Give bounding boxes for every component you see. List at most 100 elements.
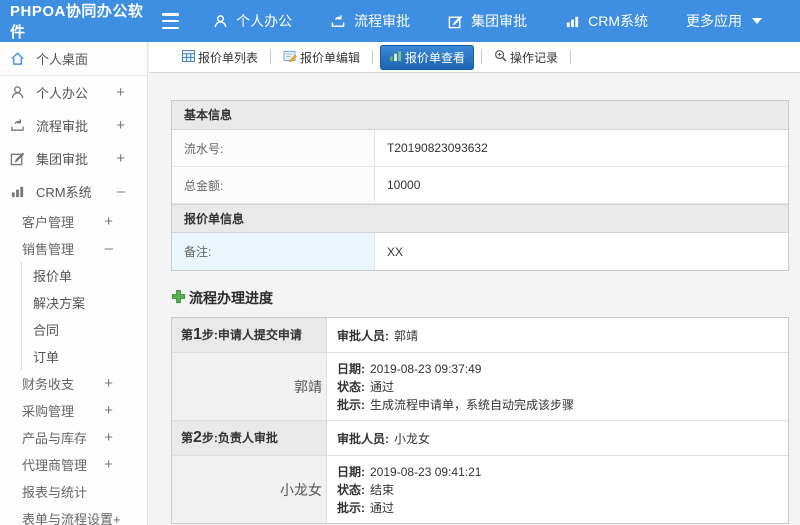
tab-bar: 报价单列表 报价单编辑 报价单查看 操作记录	[149, 42, 800, 73]
sidebar-item-label: 报价单	[33, 269, 73, 284]
section-header-basic-info: 基本信息	[172, 101, 788, 130]
expand-toggle[interactable]: +	[104, 375, 113, 392]
expand-toggle[interactable]: +	[104, 402, 113, 419]
approval-date-line: 日期: 2019-08-23 09:37:49	[337, 362, 482, 376]
main-content: 报价单列表 报价单编辑 报价单查看 操作记录 基本信息 流水号: T201908…	[149, 42, 800, 525]
sidebar-item-label: 财务收支	[22, 377, 75, 392]
hamburger-menu-icon[interactable]	[162, 13, 180, 29]
field-label: 流水号:	[172, 130, 375, 166]
expand-toggle[interactable]: +	[116, 150, 125, 167]
section-header-quote-info: 报价单信息	[172, 204, 788, 233]
nav-workflow-approval[interactable]: 流程审批	[330, 11, 410, 31]
tab-operation-record[interactable]: 操作记录	[489, 45, 563, 70]
approval-details: 日期: 2019-08-23 09:37:49 状态: 通过 批示: 生成流程申请单，…	[327, 353, 788, 420]
app-logo: PHPOA协同办公软件	[10, 3, 144, 41]
sidebar: 个人桌面 个人办公 + 流程审批 + 集团审批 + CRM系统 – 客户管理 +…	[0, 42, 148, 525]
expand-toggle[interactable]: +	[104, 213, 113, 230]
process-progress-title: 流程办理进度	[171, 288, 790, 308]
sidebar-item-label: CRM系统	[36, 185, 92, 200]
expand-toggle[interactable]: +	[104, 429, 113, 446]
tab-quotation-edit[interactable]: 报价单编辑	[278, 45, 365, 70]
nav-personal-office[interactable]: 个人办公	[213, 11, 292, 31]
process-progress-table: 第1步:申请人提交申请 审批人员: 郭靖 郭靖 日期: 2019-08-23 09:…	[171, 317, 789, 524]
tab-quotation-list[interactable]: 报价单列表	[177, 45, 263, 70]
user-icon	[10, 85, 27, 100]
sidebar-item-label: 解决方案	[33, 296, 86, 311]
sidebar-item-label: 流程审批	[36, 119, 89, 134]
step-title: 第2步:负责人审批	[172, 421, 327, 455]
sidebar-item-label: 订单	[33, 350, 60, 365]
approver-name: 小龙女	[172, 456, 327, 523]
view-chart-icon	[389, 50, 402, 65]
tab-quotation-view[interactable]: 报价单查看	[380, 44, 475, 70]
sidebar-item-label: 合同	[33, 323, 60, 338]
edit-note-icon	[283, 50, 297, 65]
process-step-header-row: 第1步:申请人提交申请 审批人员: 郭靖	[172, 318, 788, 353]
tab-label: 操作记录	[510, 50, 559, 65]
field-label: 备注:	[172, 233, 375, 270]
tab-separator	[570, 50, 572, 64]
table-icon	[182, 49, 195, 65]
workflow-icon	[330, 14, 346, 29]
sidebar-item-customer-management[interactable]: 客户管理 +	[0, 208, 147, 235]
approval-details: 日期: 2019-08-23 09:41:21 状态: 结束 批示: 通过	[327, 456, 788, 523]
sidebar-item-form-workflow-settings[interactable]: 表单与流程设置+	[0, 505, 147, 525]
sidebar-item-order[interactable]: 订单	[0, 343, 147, 370]
sidebar-item-workflow-approval[interactable]: 流程审批 +	[0, 109, 147, 142]
approver-name: 郭靖	[172, 353, 327, 420]
sidebar-item-label: 产品与库存	[22, 431, 88, 446]
expand-toggle[interactable]: +	[116, 117, 125, 134]
bar-chart-icon	[10, 184, 27, 199]
step-approver: 审批人员: 小龙女	[337, 432, 431, 446]
expand-toggle[interactable]: +	[104, 456, 113, 473]
info-row-serial-number: 流水号: T20190823093632	[172, 130, 788, 167]
sidebar-item-products-inventory[interactable]: 产品与库存 +	[0, 424, 147, 451]
nav-label: 集团审批	[471, 13, 528, 29]
approval-date-line: 日期: 2019-08-23 09:41:21	[337, 465, 482, 479]
sidebar-item-agent-management[interactable]: 代理商管理 +	[0, 451, 147, 478]
sidebar-item-sales-management[interactable]: 销售管理 –	[0, 235, 147, 262]
magnifier-icon	[494, 49, 507, 65]
tab-separator	[372, 50, 374, 64]
sidebar-item-label: 集团审批	[36, 152, 89, 167]
tab-label: 报价单查看	[405, 50, 466, 65]
sidebar-item-purchasing[interactable]: 采购管理 +	[0, 397, 147, 424]
nav-group-approval[interactable]: 集团审批	[448, 11, 527, 31]
sidebar-item-solution[interactable]: 解决方案	[0, 289, 147, 316]
sidebar-item-personal-desktop[interactable]: 个人桌面	[0, 42, 147, 76]
sidebar-item-contract[interactable]: 合同	[0, 316, 147, 343]
field-value: T20190823093632	[387, 141, 488, 155]
sidebar-item-crm-system[interactable]: CRM系统 –	[0, 175, 147, 208]
sidebar-item-reports-statistics[interactable]: 报表与统计	[0, 478, 147, 505]
expand-toggle[interactable]: +	[116, 84, 125, 101]
collapse-toggle[interactable]: –	[117, 183, 125, 200]
nav-more-apps[interactable]: 更多应用	[686, 11, 762, 31]
field-value: 10000	[387, 178, 421, 192]
quotation-detail-panel: 基本信息 流水号: T20190823093632 总金额: 10000 报价单…	[171, 100, 789, 271]
field-label: 总金额:	[172, 167, 375, 203]
sidebar-item-label: 个人办公	[36, 86, 89, 101]
collapse-toggle[interactable]: –	[105, 240, 113, 257]
approval-comment-line: 批示: 生成流程申请单，系统自动完成该步骤	[337, 398, 575, 412]
sidebar-item-quotation[interactable]: 报价单	[0, 262, 147, 289]
sidebar-item-label: 代理商管理	[22, 458, 88, 473]
step-title: 第1步:申请人提交申请	[172, 318, 327, 352]
sidebar-item-label: 销售管理	[22, 242, 75, 257]
sidebar-item-group-approval[interactable]: 集团审批 +	[0, 142, 147, 175]
nav-label: CRM系统	[588, 13, 648, 29]
sidebar-item-label: 个人桌面	[36, 52, 89, 67]
user-icon	[213, 14, 228, 29]
top-navigation: 个人办公 流程审批 集团审批 CRM系统 更多应用	[213, 11, 800, 31]
sidebar-item-finance[interactable]: 财务收支 +	[0, 370, 147, 397]
tab-separator	[270, 50, 272, 64]
sidebar-item-personal-office[interactable]: 个人办公 +	[0, 76, 147, 109]
compose-icon	[10, 151, 27, 166]
sidebar-item-label: 报表与统计	[22, 485, 88, 500]
approval-comment-line: 批示: 通过	[337, 501, 395, 515]
plus-green-icon	[171, 289, 186, 307]
nav-crm-system[interactable]: CRM系统	[565, 11, 648, 31]
sidebar-item-label: 表单与流程设置+	[22, 512, 121, 525]
home-icon	[10, 51, 27, 66]
compose-icon	[448, 14, 463, 29]
nav-label: 流程审批	[354, 13, 411, 29]
